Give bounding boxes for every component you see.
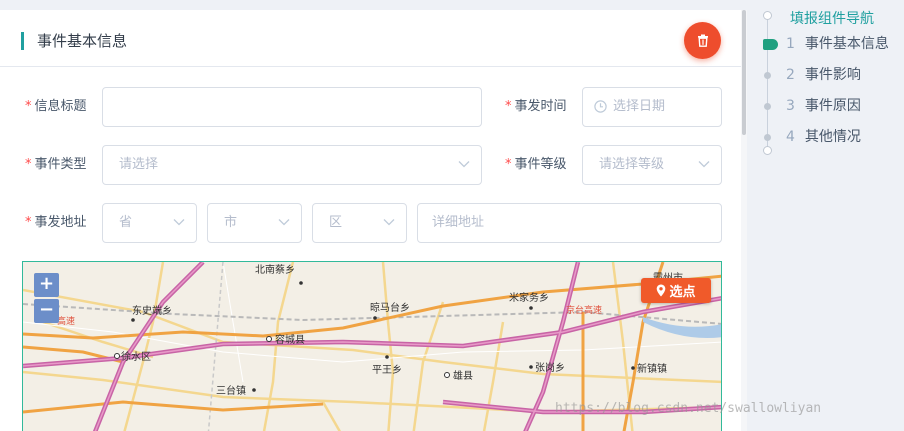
province-select[interactable]: 省: [102, 203, 197, 243]
header-accent-bar: [21, 32, 24, 50]
nav-dot: [764, 103, 771, 110]
chevron-down-icon: [278, 219, 290, 226]
address-label-text: 事发地址: [34, 215, 87, 230]
required-mark: *: [25, 157, 32, 172]
required-mark: *: [505, 157, 512, 172]
map-label-zhanggang: 张岗乡: [535, 362, 565, 374]
district-select[interactable]: 区: [312, 203, 407, 243]
nav-item-basic-info[interactable]: 1 事件基本信息: [786, 35, 889, 53]
type-select[interactable]: 请选择: [102, 145, 482, 185]
map-label-mijiawu: 米家务乡: [509, 291, 549, 304]
nav-item-number: 2: [786, 67, 795, 83]
district-placeholder: 区: [329, 215, 343, 230]
nav-active-marker: [763, 39, 778, 50]
nav-timeline-line: [767, 16, 768, 150]
map-label-pingwang: 平王乡: [372, 364, 402, 376]
map-label-dongshiduan: 东史端乡: [132, 304, 172, 317]
map-label-xinzhen: 新镇镇: [637, 362, 667, 375]
required-mark: *: [25, 99, 32, 114]
type-label-text: 事件类型: [34, 157, 87, 172]
map-label-liangmatai: 晾马台乡: [370, 301, 410, 314]
address-label: * 事发地址: [25, 215, 87, 231]
required-mark: *: [505, 99, 512, 114]
form-panel: 事件基本信息 * 信息标题 * 事发时间 选择日期 * 事件类型 请选择 * 事件等级 …: [0, 10, 741, 431]
nav-title: 填报组件导航: [790, 11, 874, 27]
level-label-text: 事件等级: [514, 157, 567, 172]
required-mark: *: [25, 215, 32, 230]
map-label-santai: 三台镇: [216, 384, 246, 397]
zoom-out-button[interactable]: −: [34, 299, 59, 323]
zoom-in-button[interactable]: +: [34, 273, 59, 297]
clock-icon: [594, 100, 607, 113]
time-label: * 事发时间: [505, 99, 567, 115]
province-placeholder: 省: [119, 215, 133, 230]
map-label-rongcheng: 容城县: [275, 333, 305, 346]
trash-icon: [697, 34, 708, 47]
level-select[interactable]: 请选择等级: [582, 145, 722, 185]
panel-header: 事件基本信息: [0, 10, 741, 67]
nav-item-label: 其他情况: [804, 129, 861, 145]
chevron-down-icon: [698, 161, 710, 168]
nav-item-impact[interactable]: 2 事件影响: [786, 66, 861, 84]
delete-button[interactable]: [684, 22, 721, 59]
select-point-label: 选点: [669, 285, 696, 300]
watermark: https://blog.csdn.net/swallowliyan: [555, 401, 822, 416]
chevron-down-icon: [383, 219, 395, 226]
map-label-beinancai: 北南蔡乡: [255, 263, 295, 276]
nav-dot: [764, 72, 771, 79]
level-placeholder: 请选择等级: [599, 157, 665, 172]
scrollbar-thumb[interactable]: [742, 10, 746, 135]
nav-item-other[interactable]: 4 其他情况: [786, 128, 861, 146]
map-label-road: 高速: [57, 315, 75, 327]
select-point-button[interactable]: 选点: [641, 278, 711, 303]
map-label-road: 京台高速: [566, 304, 602, 316]
chevron-down-icon: [458, 161, 470, 168]
title-label-text: 信息标题: [34, 99, 87, 114]
date-placeholder: 选择日期: [613, 99, 666, 114]
nav-item-number: 1: [786, 36, 795, 52]
nav-item-label: 事件基本信息: [804, 36, 889, 52]
city-select[interactable]: 市: [207, 203, 302, 243]
nav-end-marker: [763, 146, 772, 155]
type-label: * 事件类型: [25, 157, 87, 173]
nav-item-label: 事件影响: [804, 67, 861, 83]
nav-item-cause[interactable]: 3 事件原因: [786, 97, 861, 115]
title-label: * 信息标题: [25, 99, 87, 115]
type-placeholder: 请选择: [119, 157, 159, 172]
nav-start-marker: [763, 11, 772, 20]
chevron-down-icon: [173, 219, 185, 226]
level-label: * 事件等级: [505, 157, 567, 173]
panel-title: 事件基本信息: [37, 32, 128, 50]
nav-item-label: 事件原因: [804, 98, 861, 114]
detail-address-input[interactable]: 详细地址: [417, 203, 722, 243]
title-input[interactable]: [102, 87, 482, 127]
map-label-xiongxian: 雄县: [453, 369, 473, 382]
map-pin-icon: [657, 284, 666, 297]
nav-item-number: 3: [786, 98, 795, 114]
map-label-xushui: 徐水区: [121, 350, 151, 363]
detail-address-placeholder: 详细地址: [432, 215, 485, 230]
time-label-text: 事发时间: [514, 99, 567, 114]
form-nav: 填报组件导航 1 事件基本信息 2 事件影响 3 事件原因 4 其他情况: [747, 0, 904, 431]
date-picker[interactable]: 选择日期: [582, 87, 722, 127]
city-placeholder: 市: [224, 215, 238, 230]
nav-item-number: 4: [786, 129, 795, 145]
nav-dot: [764, 134, 771, 141]
